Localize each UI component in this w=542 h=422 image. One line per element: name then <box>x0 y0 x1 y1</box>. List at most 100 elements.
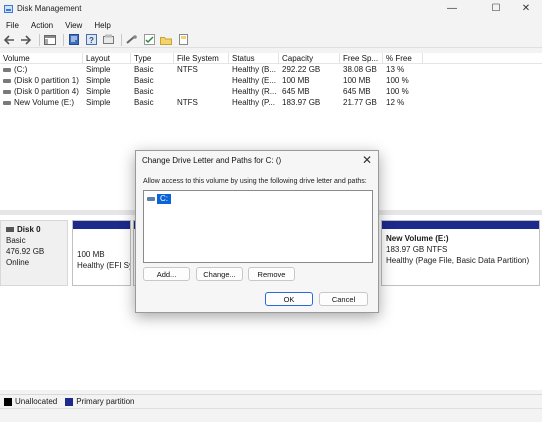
window-title: Disk Management <box>17 4 82 13</box>
list-item[interactable]: C: <box>147 194 171 204</box>
legend-unallocated: Unallocated <box>15 397 58 406</box>
column-capacity[interactable]: Capacity <box>279 53 340 63</box>
cell-percent-free: 13 % <box>386 65 405 74</box>
menu-action[interactable]: Action <box>25 21 59 30</box>
add-button[interactable]: Add... <box>143 267 190 281</box>
cell-layout: Simple <box>86 65 111 74</box>
cell-percent-free: 100 % <box>386 76 409 85</box>
minimize-button[interactable]: — <box>434 0 470 17</box>
cell-type: Basic <box>134 87 154 96</box>
cell-file-system <box>174 86 229 97</box>
help-icon[interactable]: ? <box>84 33 98 47</box>
cell-volume: (C:) <box>0 64 83 75</box>
cell-free-space: 21.77 GB <box>343 98 377 107</box>
drive-icon <box>3 78 11 83</box>
console-tree-icon[interactable] <box>43 33 57 47</box>
drive-icon <box>3 67 11 72</box>
cell-type: Basic <box>134 65 154 74</box>
close-icon[interactable]: ✕ <box>362 153 372 167</box>
check-icon[interactable] <box>142 33 156 47</box>
toolbar-separator <box>39 33 40 46</box>
cell-layout: Simple <box>86 76 111 85</box>
cell-free-space: 100 MB <box>343 76 371 85</box>
column-filler <box>423 53 542 63</box>
partition-efi[interactable]: 100 MB Healthy (EFI Sy <box>72 220 131 286</box>
drive-icon <box>3 100 11 105</box>
remove-button[interactable]: Remove <box>248 267 295 281</box>
cell-volume: New Volume (E:) <box>0 97 83 108</box>
column-status[interactable]: Status <box>229 53 279 63</box>
cell-layout: Simple <box>86 98 111 107</box>
cell-percent-free: 100 % <box>386 87 409 96</box>
toolbar-separator <box>63 33 64 46</box>
forward-arrow-icon[interactable] <box>19 33 33 47</box>
column-free-space[interactable]: Free Sp... <box>340 53 383 63</box>
disk-info-panel[interactable]: Disk 0 Basic 476.92 GB Online <box>0 220 68 286</box>
dialog-title: Change Drive Letter and Paths for C: () <box>142 156 282 165</box>
unallocated-swatch <box>4 397 12 406</box>
cell-type: Basic <box>134 76 154 85</box>
primary-partition-bar <box>382 221 539 229</box>
document-icon[interactable] <box>176 33 190 47</box>
change-button[interactable]: Change... <box>196 267 243 281</box>
toolbar-separator <box>121 33 122 46</box>
disk-management-icon <box>4 4 13 13</box>
toolbar: ? <box>0 32 542 48</box>
title-bar: Disk Management — ☐ ✕ <box>0 0 542 17</box>
legend: Unallocated Primary partition <box>0 394 542 408</box>
cell-percent-free: 12 % <box>386 98 405 107</box>
cell-free-space: 38.08 GB <box>343 65 377 74</box>
disk-type: Basic <box>6 236 26 245</box>
column-layout[interactable]: Layout <box>83 53 131 63</box>
dialog-description: Allow access to this volume by using the… <box>143 178 367 185</box>
connect-icon[interactable] <box>125 33 139 47</box>
cell-status: Healthy (E... <box>232 76 277 85</box>
cell-capacity: 645 MB <box>282 87 310 96</box>
menu-view[interactable]: View <box>59 21 88 30</box>
status-bar <box>0 408 542 422</box>
legend-primary-partition: Primary partition <box>76 397 135 406</box>
column-percent-free[interactable]: % Free <box>383 53 423 63</box>
table-row[interactable]: New Volume (E:) Simple Basic NTFS Health… <box>0 97 542 108</box>
cell-capacity: 100 MB <box>282 76 310 85</box>
cell-file-system: NTFS <box>177 98 198 107</box>
drive-icon <box>147 197 155 201</box>
list-item-label: C: <box>157 194 171 204</box>
primary-partition-bar <box>73 221 130 229</box>
close-button[interactable]: ✕ <box>508 0 542 17</box>
volume-list-header: Volume Layout Type File System Status Ca… <box>0 53 542 64</box>
table-row[interactable]: (Disk 0 partition 4) Simple Basic Health… <box>0 86 542 97</box>
ok-button[interactable]: OK <box>265 292 313 306</box>
drive-letter-list[interactable]: C: <box>143 190 373 263</box>
change-drive-letter-dialog: Change Drive Letter and Paths for C: () … <box>135 150 379 313</box>
cell-layout: Simple <box>86 87 111 96</box>
drive-icon <box>3 89 11 94</box>
cancel-button[interactable]: Cancel <box>319 292 368 306</box>
cell-capacity: 183.97 GB <box>282 98 321 107</box>
table-row[interactable]: (Disk 0 partition 1) Simple Basic Health… <box>0 75 542 86</box>
partition-title: New Volume (E:) <box>386 234 449 243</box>
properties-icon[interactable] <box>67 33 81 47</box>
cell-status: Healthy (R... <box>232 87 277 96</box>
disk-status: Online <box>6 258 30 267</box>
column-file-system[interactable]: File System <box>174 53 229 63</box>
cell-capacity: 292.22 GB <box>282 65 321 74</box>
table-row[interactable]: (C:) Simple Basic NTFS Healthy (B... 292… <box>0 64 542 75</box>
cell-free-space: 645 MB <box>343 87 371 96</box>
help-topics-icon[interactable] <box>101 33 115 47</box>
cell-file-system: NTFS <box>177 65 198 74</box>
back-arrow-icon[interactable] <box>2 33 16 47</box>
folder-icon[interactable] <box>159 33 173 47</box>
partition-size: 183.97 GB NTFS <box>386 245 448 254</box>
menu-help[interactable]: Help <box>88 21 116 30</box>
partition-status: Healthy (Page File, Basic Data Partition… <box>386 256 530 265</box>
column-type[interactable]: Type <box>131 53 174 63</box>
column-volume[interactable]: Volume <box>0 53 83 63</box>
menu-file[interactable]: File <box>0 21 25 30</box>
cell-file-system <box>174 75 229 86</box>
svg-text:?: ? <box>89 36 94 45</box>
partition-size: 100 MB <box>77 250 105 259</box>
cell-volume: (Disk 0 partition 4) <box>0 86 83 97</box>
partition-e[interactable]: New Volume (E:) 183.97 GB NTFS Healthy (… <box>381 220 540 286</box>
disk-icon <box>6 227 14 233</box>
